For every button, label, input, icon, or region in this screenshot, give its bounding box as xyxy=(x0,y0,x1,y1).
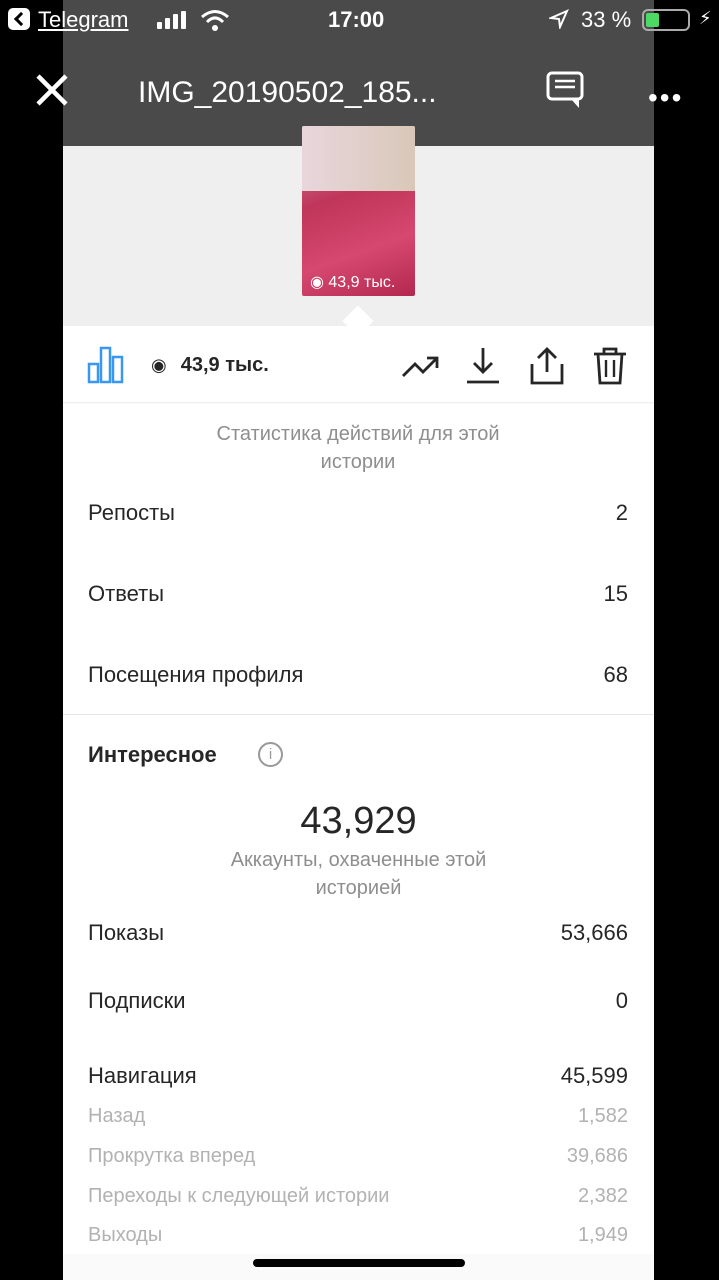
actions-caption: Статистика действий для этой истории xyxy=(216,423,500,473)
viewer-top-bar: IMG_20190502_185... ••• xyxy=(0,40,719,145)
share-icon[interactable] xyxy=(545,70,585,110)
stat-row-follows: Подписки 0 xyxy=(88,988,628,1014)
back-to-app-icon[interactable] xyxy=(8,8,30,30)
stat-value: 2 xyxy=(615,500,628,525)
stat-label: Прокрутка вперед xyxy=(88,1145,256,1167)
stat-value: 53,666 xyxy=(560,920,628,945)
nav-row-forward: Прокрутка вперед 39,686 xyxy=(88,1145,628,1168)
status-bar: Telegram 17:00 33 % ⚡ xyxy=(0,0,719,40)
battery-icon xyxy=(642,9,690,31)
story-views: ◉ 43,9 тыс. xyxy=(151,354,269,377)
trending-icon[interactable] xyxy=(401,346,441,386)
nav-row-next-story: Переходы к следующей истории 2,382 xyxy=(88,1185,628,1208)
stat-value: 45,599 xyxy=(560,1063,628,1088)
photo-content: ◉ 43,9 тыс. ◉ 43,9 тыс. Статистика дейст… xyxy=(63,0,654,1280)
back-to-app-label[interactable]: Telegram xyxy=(38,7,128,33)
more-icon[interactable]: ••• xyxy=(648,82,683,114)
stat-row-impressions: Показы 53,666 xyxy=(88,920,628,946)
share-icon[interactable] xyxy=(527,346,567,386)
reach-value: 43,929 xyxy=(300,800,417,842)
wifi-icon xyxy=(201,10,229,31)
stat-label: Выходы xyxy=(88,1224,163,1246)
stat-row-replies: Ответы 15 xyxy=(88,581,628,607)
stat-label: Показы xyxy=(88,920,165,945)
stat-label: Навигация xyxy=(88,1063,197,1088)
battery-percent: 33 % xyxy=(581,7,632,32)
stat-value: 1,582 xyxy=(577,1105,628,1127)
stat-value: 0 xyxy=(615,988,628,1013)
home-indicator[interactable] xyxy=(253,1259,465,1267)
stat-row-profile-visits: Посещения профиля 68 xyxy=(88,662,628,688)
viewer-title: IMG_20190502_185... xyxy=(138,76,437,109)
bar-chart-icon[interactable] xyxy=(87,344,125,384)
info-icon[interactable]: i xyxy=(258,742,283,767)
location-icon xyxy=(549,9,569,29)
clock: 17:00 xyxy=(328,7,385,32)
charging-icon: ⚡ xyxy=(699,8,712,28)
download-icon[interactable] xyxy=(463,346,503,386)
discovery-heading: Интересное xyxy=(88,742,217,767)
stat-value: 2,382 xyxy=(577,1185,628,1207)
stat-row-navigation: Навигация 45,599 xyxy=(88,1063,628,1089)
trash-icon[interactable] xyxy=(590,346,630,386)
close-icon[interactable] xyxy=(34,72,70,108)
stat-value: 15 xyxy=(603,581,628,606)
signal-icon xyxy=(157,11,189,29)
story-thumbnail[interactable]: ◉ 43,9 тыс. xyxy=(302,126,415,296)
stat-label: Ответы xyxy=(88,581,165,606)
nav-row-back: Назад 1,582 xyxy=(88,1105,628,1128)
stat-value: 1,949 xyxy=(577,1224,628,1246)
stat-label: Переходы к следующей истории xyxy=(88,1185,390,1207)
story-toolbar: ◉ 43,9 тыс. xyxy=(63,326,654,403)
stat-value: 68 xyxy=(603,662,628,687)
eye-icon: ◉ xyxy=(151,355,167,375)
stat-label: Репосты xyxy=(88,500,175,525)
stat-row-reposts: Репосты 2 xyxy=(88,500,628,526)
stat-label: Подписки xyxy=(88,988,186,1013)
section-divider xyxy=(63,714,654,715)
stat-value: 39,686 xyxy=(566,1145,628,1167)
stat-label: Назад xyxy=(88,1105,146,1127)
reach-caption: Аккаунты, охваченные этой историей xyxy=(230,849,487,899)
stat-label: Посещения профиля xyxy=(88,662,304,687)
nav-row-exits: Выходы 1,949 xyxy=(88,1224,628,1247)
story-thumbnail-area: ◉ 43,9 тыс. xyxy=(63,126,654,326)
thumbnail-views: ◉ 43,9 тыс. xyxy=(310,274,396,291)
views-count: 43,9 тыс. xyxy=(180,354,269,376)
